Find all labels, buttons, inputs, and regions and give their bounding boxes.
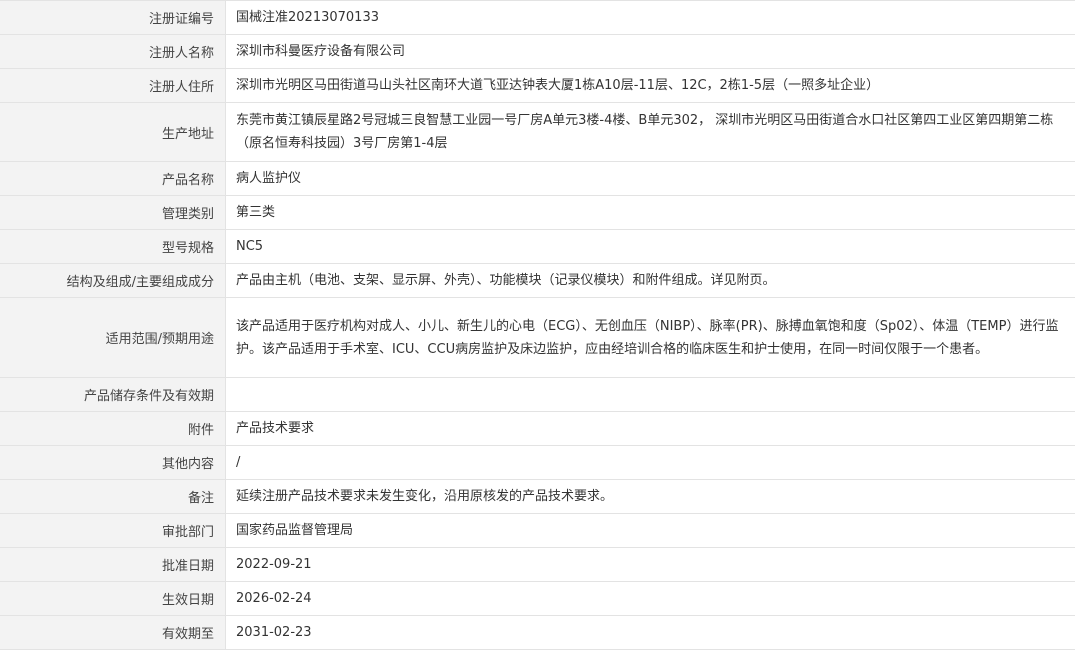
table-row-model-spec: 型号规格 NC5 [0,230,1075,264]
field-value: 2031-02-23 [236,625,312,640]
field-label: 审批部门 [0,514,226,547]
field-label: 管理类别 [0,196,226,229]
table-row-management-category: 管理类别 第三类 [0,196,1075,230]
field-label: 附件 [0,412,226,445]
field-value: 国械注准20213070133 [236,10,379,25]
field-label: 结构及组成/主要组成成分 [0,264,226,297]
field-label: 适用范围/预期用途 [0,298,226,377]
table-row-effective-date: 生效日期 2026-02-24 [0,582,1075,616]
field-value: 该产品适用于医疗机构对成人、小儿、新生儿的心电（ECG）、无创血压（NIBP）、… [236,318,1059,357]
field-value: 国家药品监督管理局 [236,523,354,538]
field-label: 其他内容 [0,446,226,479]
table-row-remarks: 备注 延续注册产品技术要求未发生变化，沿用原核发的产品技术要求。 [0,480,1075,514]
field-value [226,378,1075,411]
field-value: 延续注册产品技术要求未发生变化，沿用原核发的产品技术要求。 [236,489,614,504]
field-value: 2022-09-21 [236,557,312,572]
table-row-approval-date: 批准日期 2022-09-21 [0,548,1075,582]
field-label: 生效日期 [0,582,226,615]
field-value: NC5 [236,239,264,254]
field-label: 备注 [0,480,226,513]
field-value: 2026-02-24 [236,591,312,606]
registration-detail-table: 注册证编号 国械注准20213070133 注册人名称 深圳市科曼医疗设备有限公… [0,0,1075,650]
field-label: 注册人住所 [0,69,226,102]
table-row-production-address: 生产地址 东莞市黄江镇辰星路2号冠城三良智慧工业园一号厂房A单元3楼-4楼、B单… [0,103,1075,162]
field-value: 深圳市科曼医疗设备有限公司 [236,44,406,59]
field-value: 东莞市黄江镇辰星路2号冠城三良智慧工业园一号厂房A单元3楼-4楼、B单元302，… [236,113,1054,151]
field-label: 注册证编号 [0,1,226,34]
table-row-product-name: 产品名称 病人监护仪 [0,162,1075,196]
table-row-registrant-address: 注册人住所 深圳市光明区马田街道马山头社区南环大道飞亚达钟表大厦1栋A10层-1… [0,69,1075,103]
field-label: 产品储存条件及有效期 [0,378,226,411]
table-row-storage-conditions: 产品储存条件及有效期 [0,378,1075,412]
table-row-other-content: 其他内容 / [0,446,1075,480]
field-value: / [236,455,241,470]
table-row-attachment: 附件 产品技术要求 [0,412,1075,446]
field-value: 病人监护仪 [236,171,302,186]
table-row-approval-department: 审批部门 国家药品监督管理局 [0,514,1075,548]
field-label: 型号规格 [0,230,226,263]
table-row-valid-until: 有效期至 2031-02-23 [0,616,1075,650]
table-row-registrant-name: 注册人名称 深圳市科曼医疗设备有限公司 [0,35,1075,69]
field-value: 产品由主机（电池、支架、显示屏、外壳）、功能模块（记录仪模块）和附件组成。详见附… [236,273,776,288]
field-label: 注册人名称 [0,35,226,68]
field-label: 有效期至 [0,616,226,649]
field-label: 生产地址 [0,103,226,161]
field-label: 产品名称 [0,162,226,195]
field-label: 批准日期 [0,548,226,581]
field-value: 产品技术要求 [236,421,315,436]
field-value: 第三类 [236,205,276,220]
table-row-structure-composition: 结构及组成/主要组成成分 产品由主机（电池、支架、显示屏、外壳）、功能模块（记录… [0,264,1075,298]
table-row-intended-use: 适用范围/预期用途 该产品适用于医疗机构对成人、小儿、新生儿的心电（ECG）、无… [0,298,1075,378]
field-value: 深圳市光明区马田街道马山头社区南环大道飞亚达钟表大厦1栋A10层-11层、12C… [236,78,880,93]
table-row-registration-number: 注册证编号 国械注准20213070133 [0,1,1075,35]
